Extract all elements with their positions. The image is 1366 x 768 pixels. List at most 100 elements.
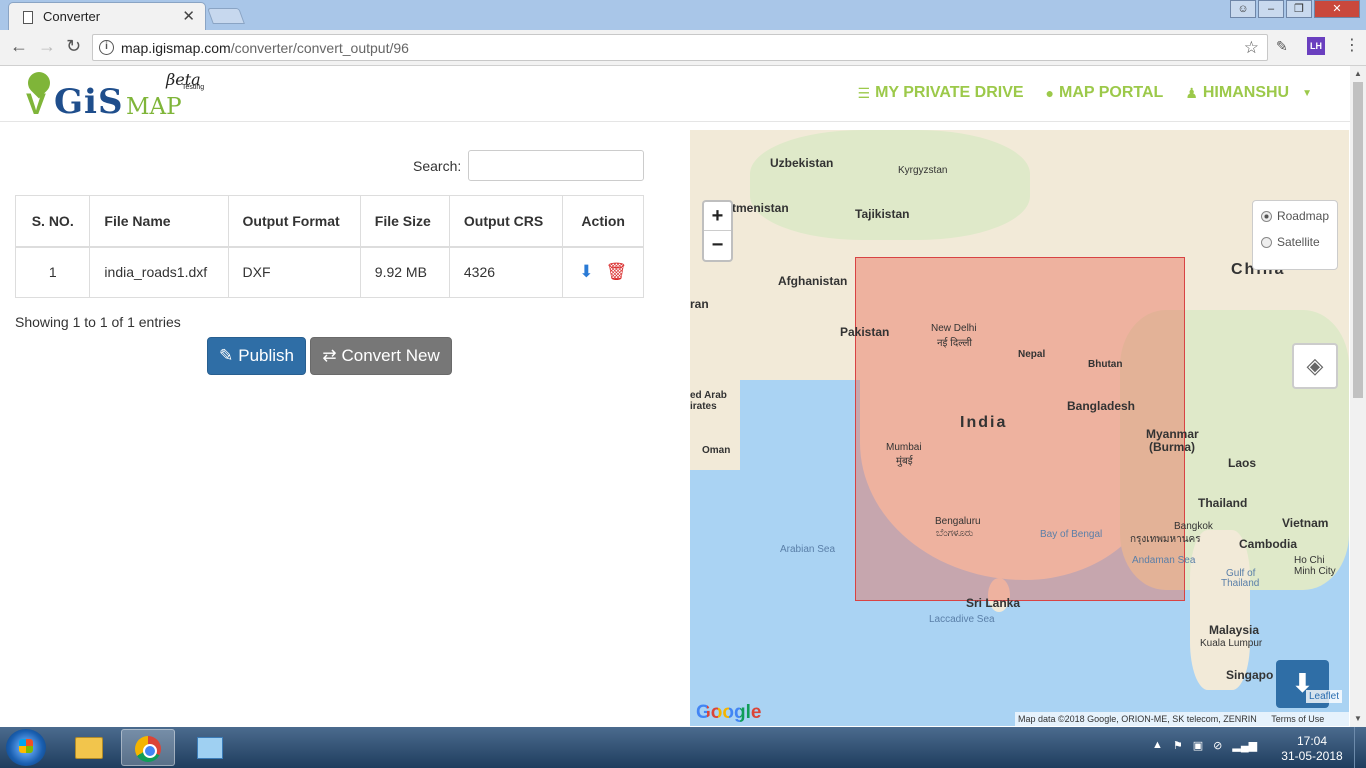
- convert-new-button[interactable]: ⇄ Convert New: [310, 337, 452, 375]
- column-header[interactable]: S. NO.: [14, 195, 91, 248]
- lh-extension-icon[interactable]: LH: [1307, 37, 1325, 55]
- map-label: Kuala Lumpur: [1200, 638, 1263, 649]
- column-header: Action: [562, 195, 644, 248]
- windows-taskbar: ▲ ⚑ ▣ ⊘ ▂▄▆ 17:04 31-05-2018: [0, 727, 1366, 768]
- map-label: India: [960, 414, 1008, 431]
- map-label: Myanmar: [1146, 427, 1199, 441]
- map-label: Bhutan: [1088, 359, 1123, 370]
- map-label: Thailand: [1198, 496, 1248, 510]
- network-icon[interactable]: ▣: [1193, 739, 1203, 752]
- mute-icon[interactable]: ⊘: [1213, 739, 1222, 752]
- start-button[interactable]: [6, 729, 46, 766]
- scrollbar-thumb[interactable]: [1353, 82, 1363, 398]
- igismap-logo[interactable]: V GiS MAP βeta Testing: [23, 67, 216, 122]
- back-arrow-icon[interactable]: ←: [10, 36, 28, 57]
- show-desktop-button[interactable]: [1354, 727, 1366, 768]
- table-header-row: S. NO. File Name Output Format File Size…: [14, 195, 644, 248]
- column-header[interactable]: Output CRS: [448, 195, 564, 248]
- browser-tab[interactable]: Converter ✕: [8, 2, 206, 30]
- search-label: Search:: [413, 158, 462, 174]
- layers-icon[interactable]: ◈: [1292, 343, 1338, 389]
- window-icon: [197, 737, 223, 759]
- map-label: Arabian Sea: [780, 544, 836, 555]
- scroll-down-arrow-icon[interactable]: ▼: [1354, 714, 1362, 723]
- close-tab-icon[interactable]: ✕: [182, 7, 195, 25]
- zoom-in-button[interactable]: +: [704, 202, 731, 231]
- column-header[interactable]: Output Format: [227, 195, 361, 248]
- map-label: ran: [690, 297, 709, 311]
- scroll-up-arrow-icon[interactable]: ▲: [1354, 69, 1362, 78]
- nav-user-menu[interactable]: ♟ HIMANSHU ▼: [1185, 84, 1312, 102]
- reload-icon[interactable]: ↻: [66, 36, 81, 57]
- satellite-option[interactable]: Satellite: [1261, 235, 1329, 249]
- trash-icon[interactable]: 🗑: [606, 262, 628, 281]
- map-label: Bangkok: [1174, 521, 1213, 532]
- nav-map-portal[interactable]: ● MAP PORTAL: [1046, 84, 1164, 102]
- system-tray: ▲ ⚑ ▣ ⊘ ▂▄▆: [1152, 739, 1257, 752]
- extension-icon[interactable]: ✎: [1276, 38, 1288, 55]
- map-label: नई दिल्ली: [937, 338, 973, 349]
- close-window-button[interactable]: ✕: [1314, 0, 1360, 18]
- cell-size: 9.92 MB: [359, 246, 450, 298]
- map-label: ed Arab: [690, 390, 727, 401]
- new-tab-button[interactable]: [207, 8, 245, 24]
- bookmark-star-icon[interactable]: ☆: [1244, 38, 1259, 58]
- map-label: Malaysia: [1209, 623, 1260, 637]
- nav-my-private-drive[interactable]: ☰ MY PRIVATE DRIVE: [858, 84, 1024, 102]
- taskbar-chrome[interactable]: [121, 729, 175, 766]
- caret-down-icon: ▼: [1302, 87, 1312, 99]
- column-header[interactable]: File Size: [359, 195, 450, 248]
- user-profile-icon[interactable]: ☺: [1230, 0, 1256, 18]
- google-logo: Google: [696, 702, 762, 723]
- output-extent-rectangle: [855, 257, 1185, 601]
- map-label: Oman: [702, 445, 731, 456]
- map-label: New Delhi: [931, 323, 977, 334]
- map-label: Cambodia: [1239, 537, 1298, 551]
- browser-tab-strip: Converter ✕ ☺ – ❐ ✕: [0, 0, 1366, 30]
- flag-icon[interactable]: ⚑: [1173, 739, 1183, 752]
- radio-checked[interactable]: [1261, 210, 1272, 222]
- map-label: irates: [690, 401, 717, 412]
- map-label: Laccadive Sea: [929, 614, 995, 625]
- column-header[interactable]: File Name: [89, 195, 229, 248]
- minimize-button[interactable]: –: [1258, 0, 1284, 18]
- map-label: Nepal: [1018, 349, 1046, 360]
- map-label: Bengaluru: [935, 516, 981, 527]
- roadmap-option[interactable]: Roadmap: [1261, 209, 1329, 223]
- terms-of-use-link[interactable]: Terms of Use: [1271, 714, 1324, 724]
- clock[interactable]: 17:04 31-05-2018: [1280, 734, 1344, 764]
- zoom-out-button[interactable]: −: [704, 231, 731, 260]
- tray-expand-icon[interactable]: ▲: [1152, 739, 1163, 752]
- chrome-icon: [135, 736, 161, 762]
- land-central-asia: [750, 130, 1030, 240]
- map-view[interactable]: Uzbekistan Kyrgyzstan tmenistan Tajikist…: [690, 130, 1349, 726]
- info-icon[interactable]: i: [99, 40, 114, 55]
- map-label: मुंबई: [896, 456, 913, 467]
- cell-file-name: india_roads1.dxf: [89, 246, 229, 298]
- search-input[interactable]: [468, 150, 644, 181]
- map-label: Sri Lanka: [966, 596, 1021, 610]
- forward-arrow-icon[interactable]: →: [38, 36, 56, 57]
- zoom-control: + −: [702, 200, 733, 262]
- browser-toolbar: ← → ↻ i map.igismap.com/converter/conver…: [0, 30, 1366, 66]
- land-malay-peninsula: [1190, 530, 1250, 690]
- document-icon: [23, 11, 33, 24]
- map-label: Singapo: [1226, 668, 1274, 682]
- map-label: กรุงเทพมหานคร: [1130, 534, 1201, 545]
- radio-unchecked[interactable]: [1261, 236, 1272, 248]
- page-scrollbar[interactable]: ▲ ▼: [1350, 66, 1366, 727]
- leaflet-link[interactable]: Leaflet: [1306, 690, 1343, 703]
- signal-icon[interactable]: ▂▄▆: [1232, 739, 1257, 752]
- output-files-table: S. NO. File Name Output Format File Size…: [14, 195, 644, 298]
- taskbar-windows-app[interactable]: [184, 729, 238, 766]
- map-label: Thailand: [1221, 578, 1260, 589]
- publish-button[interactable]: ✎ Publish: [207, 337, 306, 375]
- user-icon: ♟: [1185, 84, 1198, 101]
- maximize-button[interactable]: ❐: [1286, 0, 1312, 18]
- map-label: Tajikistan: [855, 207, 910, 221]
- address-bar[interactable]: i map.igismap.com/converter/convert_outp…: [92, 34, 1268, 61]
- table-row: 1 india_roads1.dxf DXF 9.92 MB 4326 ⬇ 🗑: [14, 246, 644, 298]
- taskbar-explorer[interactable]: [62, 729, 116, 766]
- menu-icon[interactable]: ⋮: [1344, 35, 1360, 55]
- download-icon[interactable]: ⬇: [579, 262, 593, 281]
